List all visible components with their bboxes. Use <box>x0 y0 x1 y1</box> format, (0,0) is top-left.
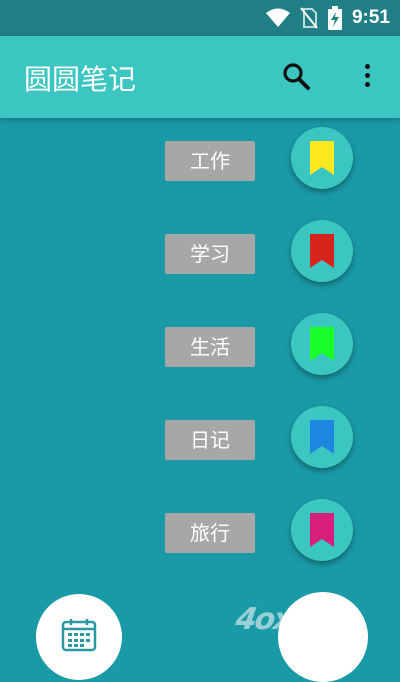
calendar-button[interactable] <box>36 594 122 680</box>
category-button[interactable] <box>291 499 353 561</box>
category-label[interactable]: 生活 <box>165 327 255 367</box>
status-time: 9:51 <box>351 7 390 28</box>
category-button[interactable] <box>291 406 353 468</box>
watermark: 4oxoz.com <box>234 602 360 637</box>
category-row[interactable]: 日记 <box>0 406 400 476</box>
category-row[interactable]: 旅行 <box>0 499 400 569</box>
search-icon <box>283 63 310 90</box>
wifi-icon <box>265 8 290 27</box>
app-title: 圆圆笔记 <box>24 63 137 96</box>
category-row[interactable]: 生活 <box>0 313 400 383</box>
more-options-button[interactable] <box>354 60 380 94</box>
category-label[interactable]: 学习 <box>165 234 255 274</box>
bookmark-icon <box>310 327 334 361</box>
battery-charging-icon <box>327 6 342 30</box>
more-vert-icon <box>354 64 380 87</box>
calendar-icon <box>61 619 97 652</box>
category-button[interactable] <box>291 127 353 189</box>
category-button[interactable] <box>291 313 353 375</box>
search-button[interactable] <box>280 60 314 94</box>
bookmark-icon <box>310 513 334 547</box>
watermark-suffix: .com <box>323 618 358 632</box>
bookmark-icon <box>310 141 334 175</box>
app-bar: 圆圆笔记 <box>0 36 400 118</box>
category-label[interactable]: 旅行 <box>165 513 255 553</box>
category-row[interactable]: 学习 <box>0 220 400 290</box>
watermark-text: 4oxoz <box>233 602 328 637</box>
bookmark-icon <box>310 420 334 454</box>
no-sim-icon <box>300 7 318 29</box>
bookmark-icon <box>310 234 334 268</box>
category-label[interactable]: 工作 <box>165 141 255 181</box>
category-label[interactable]: 日记 <box>165 420 255 460</box>
status-bar: 9:51 <box>0 0 400 36</box>
category-row[interactable]: 工作 <box>0 127 400 197</box>
category-button[interactable] <box>291 220 353 282</box>
